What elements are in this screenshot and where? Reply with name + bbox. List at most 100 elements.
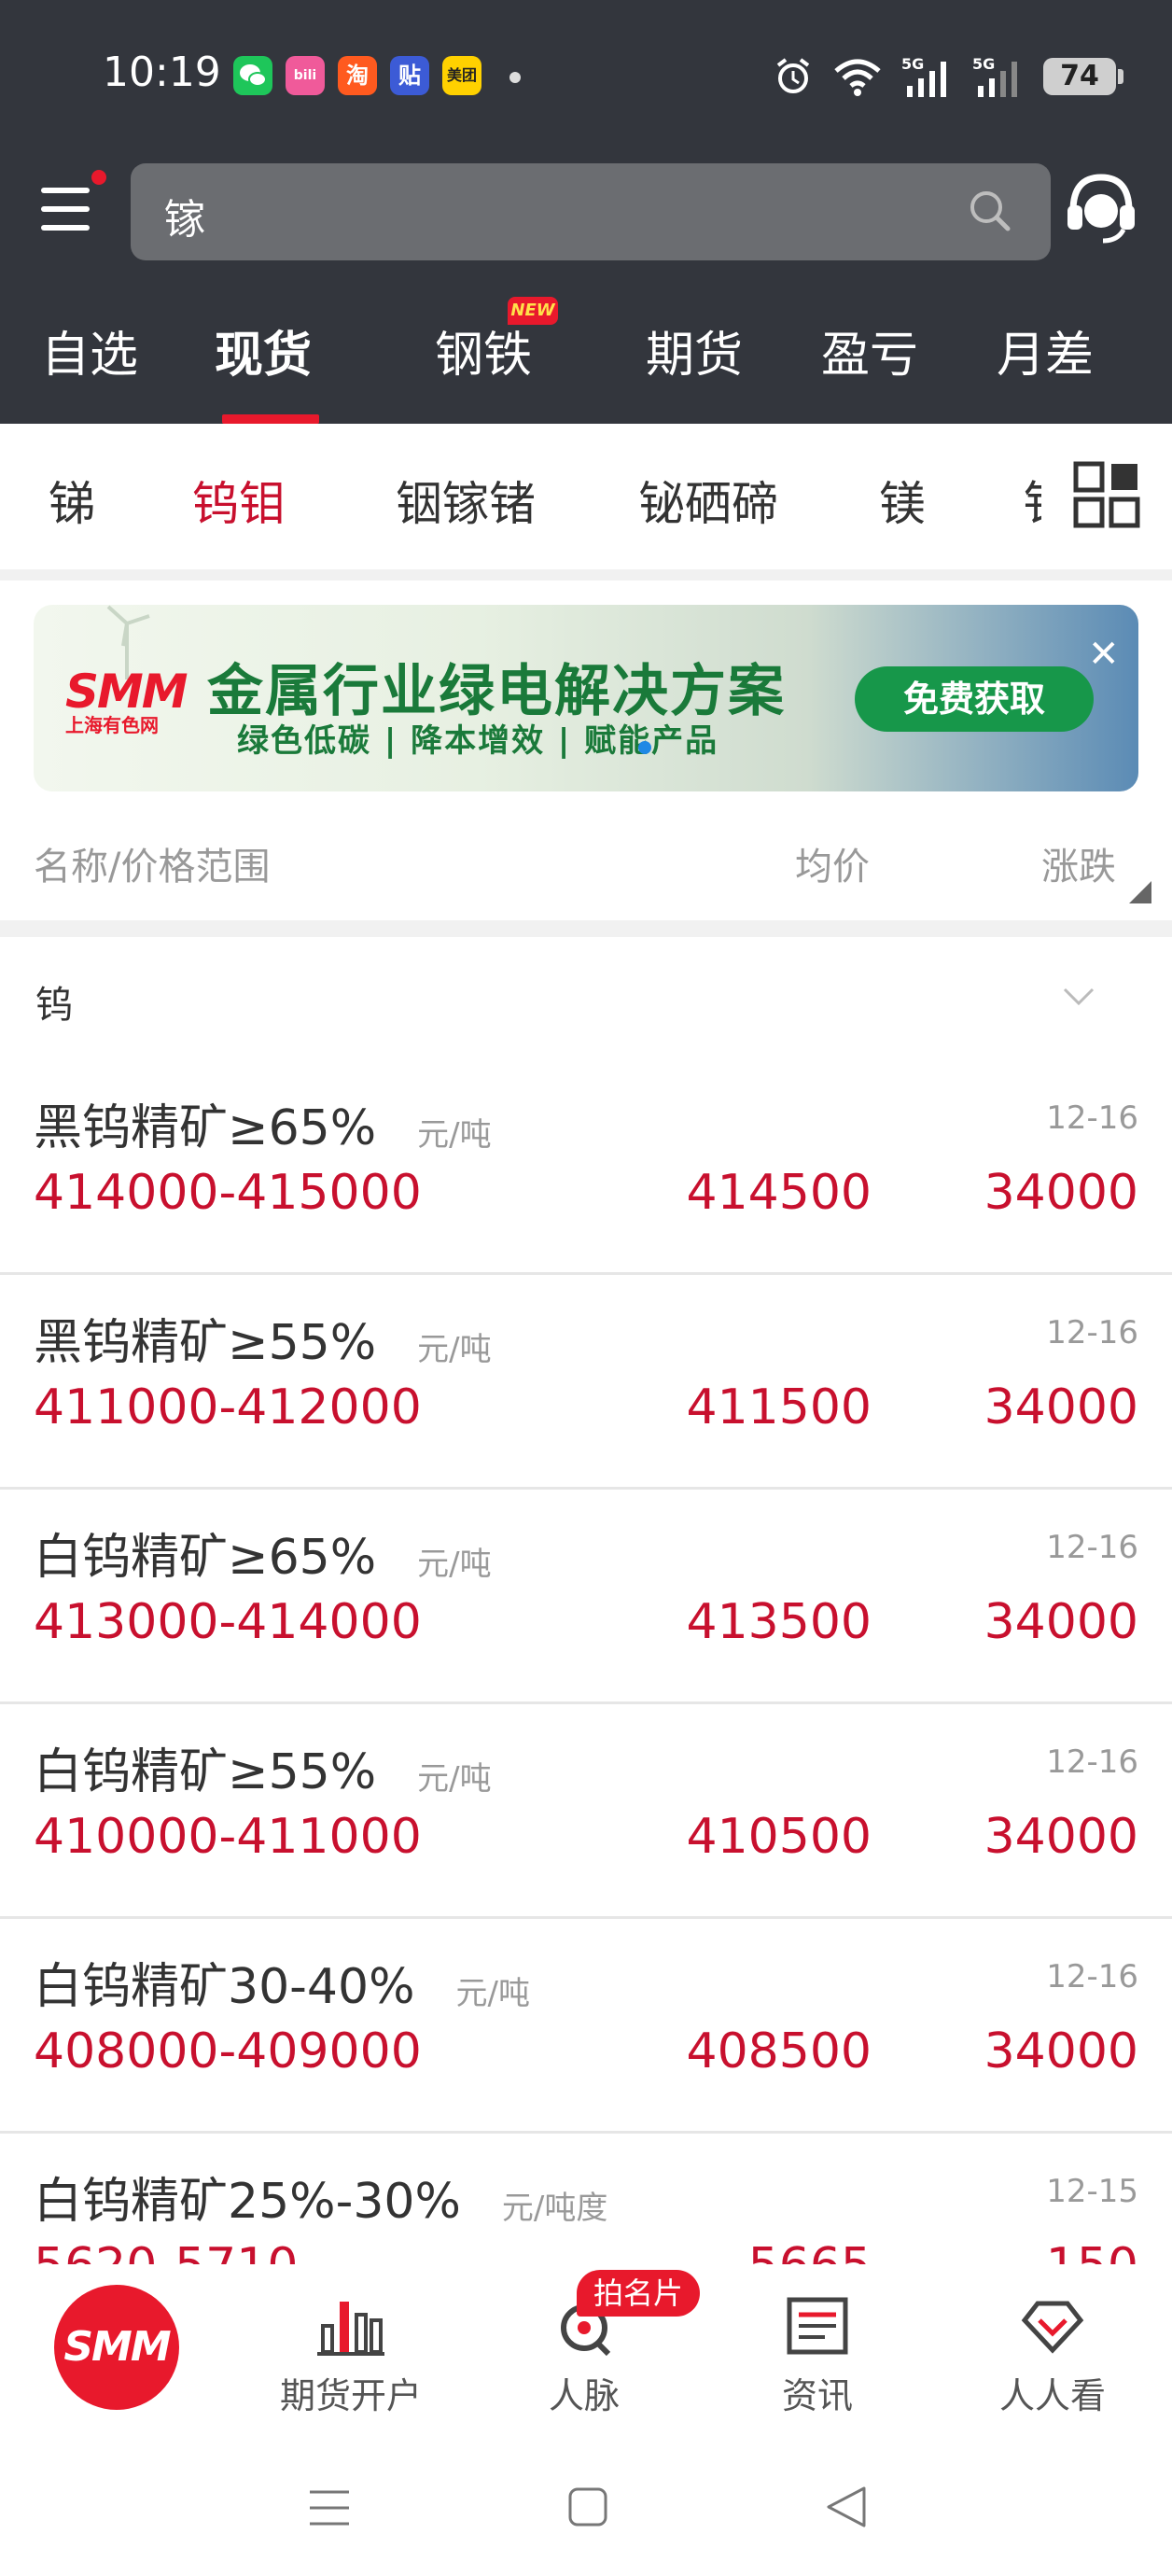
list-column-header: 名称/价格范围 均价 涨跌 — [0, 818, 1172, 920]
news-icon — [787, 2297, 848, 2355]
system-navigation-bar — [0, 2438, 1172, 2576]
average-price: 410500 — [686, 1809, 872, 1865]
list-item[interactable]: 黑钨精矿≥55% 元/吨 12-16 411000-412000 411500 3… — [0, 1275, 1172, 1490]
menu-icon[interactable] — [37, 182, 93, 238]
nav-label: 期货开户 — [279, 2375, 422, 2416]
tab-steel[interactable]: 钢铁 — [435, 315, 532, 385]
nav-label: 人脉 — [548, 2375, 620, 2416]
main-tab-bar: 自选 现货 钢铁 期货 盈亏 月差 — [0, 299, 1172, 424]
sort-indicator-icon[interactable] — [1129, 881, 1151, 903]
tab-futures[interactable]: 期货 — [646, 315, 743, 385]
unit-label: 元/吨 — [417, 1115, 492, 1154]
nav-futures-account[interactable]: 期货开户 — [267, 2264, 435, 2438]
signal-5g-icon-2: 5G — [972, 55, 1017, 97]
back-icon[interactable] — [825, 2485, 868, 2529]
menu-notification-dot — [91, 170, 106, 185]
average-price: 411500 — [686, 1379, 872, 1435]
product-name: 白钨精矿25%-30% 元/吨度 — [34, 2174, 608, 2230]
category-header[interactable]: 钨 — [0, 937, 1172, 1060]
subtab-magnesium[interactable]: 镁 — [879, 467, 926, 534]
product-name: 黑钨精矿≥65% 元/吨 — [34, 1100, 492, 1156]
price-range: 408000-409000 — [34, 2023, 422, 2079]
list-item[interactable]: 白钨精矿≥65% 元/吨 12-16 413000-414000 413500 3… — [0, 1490, 1172, 1704]
unit-label: 元/吨 — [417, 1759, 492, 1798]
unit-label: 元/吨 — [417, 1545, 492, 1583]
notification-dot — [509, 72, 521, 83]
bar-chart-icon — [317, 2302, 384, 2356]
wechat-icon — [233, 56, 272, 95]
price-date: 12-15 — [1046, 2173, 1138, 2210]
divider — [0, 920, 1172, 937]
unit-label: 元/吨度 — [501, 2189, 608, 2227]
active-tab-indicator — [222, 414, 319, 424]
list-item[interactable]: 白钨精矿≥55% 元/吨 12-16 410000-411000 410500 3… — [0, 1704, 1172, 1919]
status-icons: 5G 5G 74 — [773, 49, 1123, 105]
product-name: 白钨精矿30-40% 元/吨 — [34, 1959, 530, 2015]
product-name: 白钨精矿≥55% 元/吨 — [34, 1744, 492, 1800]
tab-watchlist[interactable]: 自选 — [41, 315, 138, 385]
price-range: 410000-411000 — [34, 1809, 422, 1865]
price-list: 黑钨精矿≥65% 元/吨 12-16 414000-415000 414500 3… — [0, 1060, 1172, 2264]
tab-spot[interactable]: 现货 — [215, 315, 312, 385]
list-item[interactable]: 白钨精矿25%-30%元/吨度 12-15 5620-5710 5665 150 — [0, 2134, 1172, 2264]
meituan-icon: 美团 — [442, 56, 481, 95]
price-date: 12-16 — [1046, 1743, 1138, 1781]
price-change: 34000 — [984, 1165, 1138, 1221]
column-average[interactable]: 均价 — [795, 836, 870, 890]
carousel-indicator — [638, 741, 651, 754]
search-input[interactable]: 镓 — [164, 186, 205, 245]
product-name: 黑钨精矿≥55% 元/吨 — [34, 1315, 492, 1371]
price-range: 414000-415000 — [34, 1165, 422, 1221]
column-change[interactable]: 涨跌 — [1041, 836, 1116, 890]
price-change: 150 — [1046, 2238, 1138, 2264]
free-get-button[interactable]: 免费获取 — [855, 666, 1094, 732]
subtab-indium-gallium-germanium[interactable]: 铟镓锗 — [396, 467, 536, 534]
taobao-icon: 淘 — [338, 56, 377, 95]
price-range: 411000-412000 — [34, 1379, 422, 1435]
price-date: 12-16 — [1046, 1529, 1138, 1566]
nav-news[interactable]: 资讯 — [733, 2264, 901, 2438]
list-item[interactable]: 白钨精矿30-40% 元/吨 12-16 408000-409000 408500… — [0, 1919, 1172, 2134]
list-item[interactable]: 黑钨精矿≥65% 元/吨 12-16 414000-415000 414500 3… — [0, 1060, 1172, 1275]
category-title: 钨 — [35, 984, 73, 1027]
wifi-icon — [834, 59, 881, 96]
tab-monthly-spread[interactable]: 月差 — [997, 315, 1094, 385]
business-card-badge: 拍名片 — [577, 2270, 700, 2317]
search-icon[interactable] — [967, 188, 1013, 234]
chevron-down-icon[interactable] — [1062, 986, 1095, 1008]
nav-everyone-watch[interactable]: 人人看 — [969, 2264, 1137, 2438]
tab-profit-loss[interactable]: 盈亏 — [821, 315, 918, 385]
average-price: 5665 — [748, 2238, 872, 2264]
tieba-icon: 贴 — [390, 56, 429, 95]
recent-apps-icon[interactable] — [308, 2486, 351, 2529]
price-range: 5620-5710 — [34, 2238, 298, 2264]
grid-menu-icon[interactable] — [1073, 461, 1140, 528]
subtab-partial[interactable]: 钅 — [1023, 467, 1041, 534]
average-price: 414500 — [686, 1165, 872, 1221]
customer-service-icon[interactable] — [1062, 168, 1140, 246]
close-icon[interactable]: ✕ — [1088, 633, 1120, 676]
svg-text:5G: 5G — [901, 55, 924, 73]
price-change: 34000 — [984, 2023, 1138, 2079]
sub-tab-bar: 锑 钨钼 铟镓锗 铋硒碲 镁 钅 — [0, 424, 1172, 569]
diamond-icon — [1021, 2301, 1084, 2354]
price-date: 12-16 — [1046, 1314, 1138, 1351]
status-bar: 10:19 bili 淘 贴 美团 5G 5G 74 — [0, 0, 1172, 154]
divider — [0, 569, 1172, 581]
smm-logo: SMM 上海有色网 — [65, 665, 188, 736]
nav-label: 人人看 — [998, 2375, 1106, 2416]
unit-label: 元/吨 — [417, 1330, 492, 1368]
search-bar[interactable]: 镓 — [131, 163, 1051, 260]
subtab-bismuth-selenium-tellurium[interactable]: 铋硒碲 — [638, 467, 778, 534]
price-date: 12-16 — [1046, 1958, 1138, 1995]
subtab-antimony[interactable]: 锑 — [49, 467, 95, 534]
nav-label: 资讯 — [781, 2375, 853, 2416]
new-badge: NEW — [508, 297, 558, 325]
price-range: 413000-414000 — [34, 1594, 422, 1650]
promo-banner[interactable]: SMM 上海有色网 金属行业绿电解决方案 绿色低碳 | 降本增效 | 赋能产品 … — [34, 605, 1138, 791]
average-price: 413500 — [686, 1594, 872, 1650]
subtab-tungsten-molybdenum[interactable]: 钨钼 — [192, 467, 286, 534]
home-smm-button[interactable]: SMM — [54, 2285, 179, 2410]
column-name-range: 名称/价格范围 — [34, 846, 271, 889]
home-icon[interactable] — [567, 2486, 608, 2527]
